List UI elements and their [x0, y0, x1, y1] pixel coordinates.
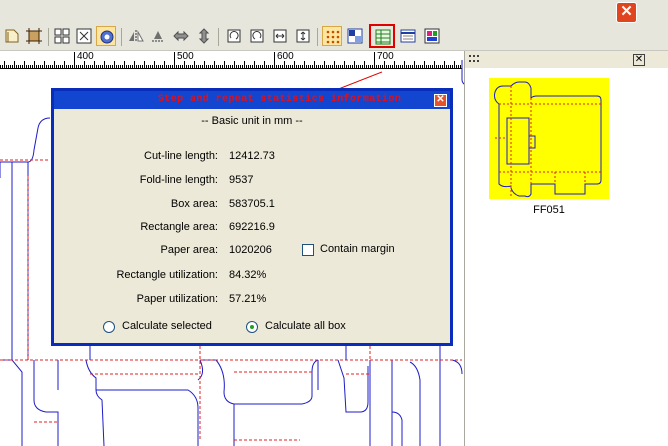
cut-line-length-value: 12412.73 [229, 150, 275, 162]
cut-line-length-label: Cut-line length: [144, 150, 218, 162]
contain-margin-checkbox[interactable] [302, 244, 314, 256]
box-area-value: 583705.1 [229, 198, 275, 210]
calculate-all-box-label[interactable]: Calculate all box [265, 320, 346, 332]
dialog-subtitle: -- Basic unit in mm -- [201, 115, 303, 127]
preview-panel-header: ✕ [465, 51, 668, 68]
dialog-close-button[interactable]: ✕ [434, 94, 447, 107]
box-thumbnail[interactable] [489, 78, 609, 199]
calculate-selected-label[interactable]: Calculate selected [122, 320, 212, 332]
fold-line-length-value: 9537 [229, 174, 254, 186]
dialog-title: Step and repeat statistics information [158, 94, 402, 105]
contain-margin-label[interactable]: Contain margin [320, 243, 395, 255]
rectangle-area-value: 692216.9 [229, 221, 275, 233]
paper-utilization-value: 57.21% [229, 293, 267, 305]
rectangle-area-label: Rectangle area: [140, 221, 218, 233]
box-thumbnail-drawing [494, 81, 602, 198]
fold-line-length-label: Fold-line length: [139, 174, 218, 186]
grip-icon[interactable] [468, 54, 484, 64]
preview-panel: ✕ FF051 [464, 51, 668, 446]
statistics-dialog: Step and repeat statistics information ✕… [51, 88, 453, 346]
rectangle-utilization-value: 84.32% [229, 269, 267, 281]
radio-selected-dot [250, 325, 254, 329]
rectangle-utilization-label: Rectangle utilization: [116, 269, 218, 281]
box-thumbnail-label: FF051 [533, 204, 565, 216]
paper-area-value: 1020206 [229, 244, 272, 256]
dialog-title-bar[interactable]: Step and repeat statistics information ✕ [54, 91, 450, 109]
preview-panel-close-button[interactable]: ✕ [633, 54, 645, 66]
calculate-all-box-radio[interactable] [246, 321, 258, 333]
box-area-label: Box area: [170, 198, 218, 210]
calculate-selected-radio[interactable] [103, 321, 115, 333]
paper-utilization-label: Paper utilization: [136, 293, 218, 305]
paper-area-label: Paper area: [160, 244, 218, 256]
